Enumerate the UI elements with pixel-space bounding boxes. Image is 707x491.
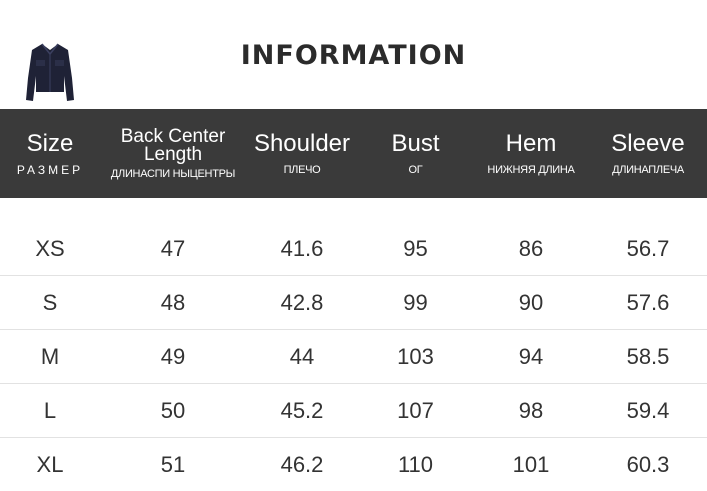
cell-shoulder: 44 <box>246 330 358 384</box>
header-sublabel: ДЛИНАПЛЕЧА <box>589 164 707 176</box>
cell-back-center-length: 47 <box>100 222 246 276</box>
cell-bust: 107 <box>358 384 473 438</box>
cell-shoulder: 41.6 <box>246 222 358 276</box>
cell-shoulder: 45.2 <box>246 384 358 438</box>
cell-size: S <box>0 276 100 330</box>
header-sublabel: ДЛИНАСПИ НЫЦЕНТРЫ <box>100 168 246 180</box>
cell-hem: 86 <box>473 222 589 276</box>
cell-size: M <box>0 330 100 384</box>
cell-bust: 99 <box>358 276 473 330</box>
table-row: XS 47 41.6 95 86 56.7 <box>0 222 707 276</box>
cell-sleeve: 60.3 <box>589 438 707 491</box>
cell-sleeve: 58.5 <box>589 330 707 384</box>
cell-size: XS <box>0 222 100 276</box>
cell-sleeve: 59.4 <box>589 384 707 438</box>
header-sublabel: ПЛЕЧО <box>246 164 358 176</box>
cell-hem: 101 <box>473 438 589 491</box>
cell-shoulder: 46.2 <box>246 438 358 491</box>
cell-sleeve: 56.7 <box>589 222 707 276</box>
table-header-row: Size РАЗМЕР Back Center Length ДЛИНАСПИ … <box>0 109 707 198</box>
cell-bust: 103 <box>358 330 473 384</box>
cell-back-center-length: 50 <box>100 384 246 438</box>
cell-size: L <box>0 384 100 438</box>
cell-back-center-length: 48 <box>100 276 246 330</box>
header-sublabel: ОГ <box>358 164 473 176</box>
header-bust: Bust ОГ <box>358 109 473 198</box>
header-label: Sleeve <box>589 132 707 156</box>
table-row: XL 51 46.2 110 101 60.3 <box>0 438 707 491</box>
page-title: INFORMATION <box>0 40 707 71</box>
table-spacer <box>0 198 707 222</box>
header-shoulder: Shoulder ПЛЕЧО <box>246 109 358 198</box>
cell-bust: 95 <box>358 222 473 276</box>
cell-shoulder: 42.8 <box>246 276 358 330</box>
header-sublabel: РАЗМЕР <box>0 164 100 176</box>
header-size: Size РАЗМЕР <box>0 109 100 198</box>
cell-hem: 94 <box>473 330 589 384</box>
header-sleeve: Sleeve ДЛИНАПЛЕЧА <box>589 109 707 198</box>
header-hem: Hem НИЖНЯЯ ДЛИНА <box>473 109 589 198</box>
table-row: L 50 45.2 107 98 59.4 <box>0 384 707 438</box>
cell-size: XL <box>0 438 100 491</box>
header-label: Back Center Length <box>100 128 246 164</box>
cell-back-center-length: 51 <box>100 438 246 491</box>
header-back-center-length: Back Center Length ДЛИНАСПИ НЫЦЕНТРЫ <box>100 109 246 198</box>
cell-hem: 98 <box>473 384 589 438</box>
cell-bust: 110 <box>358 438 473 491</box>
header-label: Size <box>0 132 100 156</box>
size-chart-table: Size РАЗМЕР Back Center Length ДЛИНАСПИ … <box>0 109 707 491</box>
cell-sleeve: 57.6 <box>589 276 707 330</box>
table-row: M 49 44 103 94 58.5 <box>0 330 707 384</box>
header-label: Hem <box>473 132 589 156</box>
cell-back-center-length: 49 <box>100 330 246 384</box>
table-row: S 48 42.8 99 90 57.6 <box>0 276 707 330</box>
cell-hem: 90 <box>473 276 589 330</box>
header-label: Bust <box>358 132 473 156</box>
header-sublabel: НИЖНЯЯ ДЛИНА <box>473 164 589 176</box>
header-label: Shoulder <box>246 132 358 156</box>
